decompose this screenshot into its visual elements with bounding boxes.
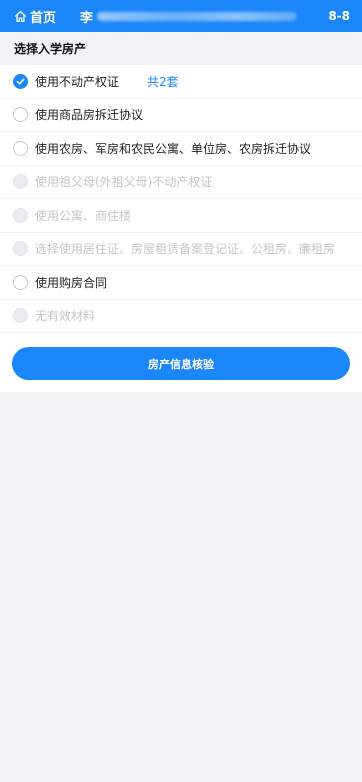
home-icon (14, 10, 27, 22)
radio-icon (13, 174, 28, 190)
radio-checked-icon[interactable] (13, 73, 28, 89)
option-label: 使用祖父母(外祖父母)不动产权证 (35, 175, 213, 190)
option-label: 选择使用居住证、房屋租赁备案登记证、公租房、廉租房 (35, 242, 336, 257)
redacted-info (97, 11, 298, 21)
radio-icon (13, 308, 28, 324)
option-item: 使用祖父母(外祖父母)不动产权证 (0, 166, 362, 199)
user-name: 李 (80, 10, 94, 26)
option-item: 无有效材料 (0, 300, 362, 333)
option-item: 选择使用居住证、房屋租赁备案登记证、公租房、廉租房 (0, 233, 362, 266)
user-info: 李 (80, 7, 328, 26)
top-bar: 首页 李 8-8 (0, 0, 362, 32)
options-panel: 使用不动产权证 共2套使用商品房拆迁协议使用农房、军房和农民公寓、单位房、农房拆迁… (0, 65, 362, 392)
option-item[interactable]: 使用农房、军房和农民公寓、单位房、农房拆迁协议 (0, 132, 362, 166)
option-item[interactable]: 使用购房合同 (0, 266, 362, 300)
options-list: 使用不动产权证 共2套使用商品房拆迁协议使用农房、军房和农民公寓、单位房、农房拆迁… (0, 65, 362, 333)
radio-icon (13, 241, 28, 257)
section-title: 选择入学房产 (0, 32, 362, 65)
option-label: 使用农房、军房和农民公寓、单位房、农房拆迁协议 (35, 141, 312, 156)
option-label: 使用商品房拆迁协议 (35, 108, 144, 123)
radio-icon (13, 207, 28, 223)
home-button[interactable]: 首页 (14, 7, 56, 26)
option-item: 使用公寓、商住楼 (0, 199, 362, 233)
option-label: 无有效材料 (35, 309, 96, 324)
property-count: 共2套 (147, 74, 179, 89)
grade-badge: 8-8 (328, 9, 350, 23)
radio-icon[interactable] (13, 107, 28, 123)
option-item[interactable]: 使用不动产权证 共2套 (0, 65, 362, 99)
option-label: 使用公寓、商住楼 (35, 208, 132, 223)
option-label: 使用购房合同 (35, 275, 108, 290)
verify-property-button[interactable]: 房产信息核验 (12, 347, 350, 380)
radio-icon[interactable] (13, 274, 28, 290)
option-label: 使用不动产权证 (35, 74, 120, 89)
home-label: 首页 (30, 10, 57, 26)
radio-icon[interactable] (13, 140, 28, 156)
option-item[interactable]: 使用商品房拆迁协议 (0, 99, 362, 132)
